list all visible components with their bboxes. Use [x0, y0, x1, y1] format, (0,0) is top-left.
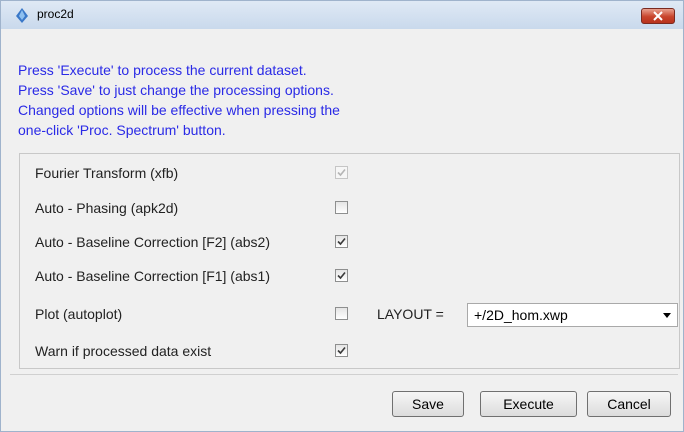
close-button[interactable]	[641, 8, 675, 24]
checkmark-icon	[337, 237, 346, 246]
checkbox-fourier-transform	[335, 166, 348, 179]
info-text: Press 'Execute' to process the current d…	[18, 60, 340, 140]
option-label-baseline-f1: Auto - Baseline Correction [F1] (abs1)	[35, 268, 270, 284]
options-panel	[19, 153, 680, 369]
cancel-button[interactable]: Cancel	[587, 391, 671, 417]
app-icon	[16, 8, 28, 23]
execute-button[interactable]: Execute	[480, 391, 577, 417]
title-bar[interactable]: proc2d	[1, 1, 683, 29]
close-icon	[653, 11, 663, 21]
option-label-baseline-f2: Auto - Baseline Correction [F2] (abs2)	[35, 234, 270, 250]
checkmark-icon	[337, 168, 346, 177]
proc2d-dialog: proc2d Press 'Execute' to process the cu…	[0, 0, 684, 432]
info-line: one-click 'Proc. Spectrum' button.	[18, 122, 226, 138]
checkbox-baseline-f1[interactable]	[335, 269, 348, 282]
dropdown-arrow-icon[interactable]	[663, 313, 671, 318]
checkbox-plot[interactable]	[335, 307, 348, 320]
checkbox-baseline-f2[interactable]	[335, 235, 348, 248]
layout-select[interactable]: +/2D_hom.xwp	[467, 303, 678, 327]
option-label-plot: Plot (autoplot)	[35, 306, 123, 322]
checkbox-auto-phasing[interactable]	[335, 201, 348, 214]
info-line: Press 'Execute' to process the current d…	[18, 62, 307, 78]
layout-select-value: +/2D_hom.xwp	[474, 307, 568, 323]
option-label-fourier-transform: Fourier Transform (xfb)	[35, 165, 179, 181]
checkbox-warn-processed[interactable]	[335, 344, 348, 357]
save-button[interactable]: Save	[392, 391, 464, 417]
info-line: Press 'Save' to just change the processi…	[18, 82, 334, 98]
option-label-auto-phasing: Auto - Phasing (apk2d)	[35, 200, 179, 216]
layout-label: LAYOUT =	[377, 306, 444, 322]
window-title: proc2d	[37, 7, 74, 21]
separator	[10, 374, 678, 375]
checkmark-icon	[337, 271, 346, 280]
info-line: Changed options will be effective when p…	[18, 102, 340, 118]
checkmark-icon	[337, 346, 346, 355]
option-label-warn-processed: Warn if processed data exist	[35, 343, 212, 359]
